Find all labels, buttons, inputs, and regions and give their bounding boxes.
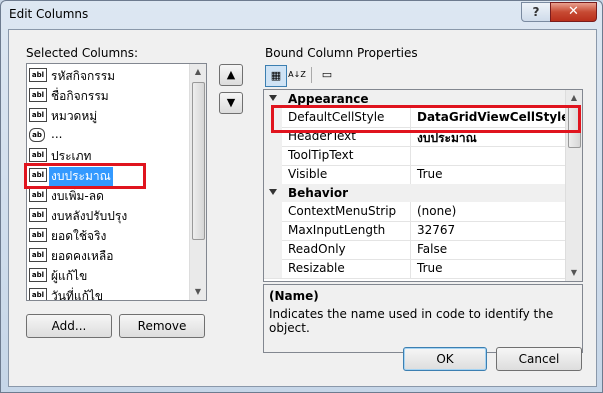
property-name: MaxInputLength (288, 223, 386, 237)
textbox-column-icon: abl (29, 248, 47, 262)
row-gutter (264, 202, 282, 221)
description-title: (Name) (269, 289, 319, 303)
list-item[interactable]: abl งบหลังปรับปรุง (27, 205, 187, 225)
property-grid-toolbar: ▦ A↓Z ▭ (263, 64, 353, 87)
move-up-button[interactable]: ▲ (219, 64, 243, 86)
title-bar[interactable]: Edit Columns ? ✕ (1, 1, 602, 29)
list-item-label: ยอดคงเหลือ (51, 249, 114, 263)
button-column-icon: ab (29, 128, 45, 142)
textbox-column-icon: abl (29, 148, 47, 162)
window-title: Edit Columns (9, 7, 89, 21)
move-down-button[interactable]: ▼ (219, 92, 243, 114)
description-text: Indicates the name used in code to ident… (269, 307, 554, 335)
property-name: ContextMenuStrip (288, 204, 397, 218)
list-item[interactable]: abl ชื่อกิจกรรม (27, 85, 187, 105)
help-button[interactable]: ? (521, 2, 551, 22)
textbox-column-icon: abl (29, 288, 47, 300)
list-item-label: ยอดใช้จริง (51, 229, 107, 243)
list-item-label: วันที่แก้ไข (51, 289, 104, 301)
alphabetical-sort-icon[interactable]: A↓Z (287, 65, 307, 85)
list-item[interactable]: abl วันที่แก้ไข (27, 285, 187, 301)
default-cell-style-highlight-box (271, 105, 581, 133)
property-row[interactable]: ToolTipText (264, 146, 565, 166)
property-value[interactable]: 32767 (410, 221, 566, 240)
list-item-label: ... (51, 127, 63, 141)
list-item[interactable]: abl หมวดหมู่ (27, 105, 187, 125)
property-row[interactable]: ReadOnly False (264, 240, 565, 260)
property-name: ReadOnly (288, 242, 346, 256)
property-row[interactable]: ContextMenuStrip (none) (264, 202, 565, 222)
dialog-client-area: Selected Columns: abl รหัสกิจกรรม abl ชื่อก… (8, 29, 597, 387)
list-item-label: งบเพิ่ม-ลด (51, 189, 104, 203)
list-item-label: งบหลังปรับปรุง (51, 209, 128, 223)
cancel-button[interactable]: Cancel (496, 347, 582, 371)
property-row[interactable]: Resizable True (264, 259, 565, 279)
textbox-column-icon: abl (29, 68, 47, 82)
row-gutter (264, 146, 282, 165)
grid-scroll-up-icon[interactable]: ▲ (566, 90, 582, 106)
list-item[interactable]: abl ยอดใช้จริง (27, 225, 187, 245)
edit-columns-dialog: Edit Columns ? ✕ Selected Columns: abl รห… (0, 0, 603, 393)
list-item[interactable]: abl ผู้แก้ไข (27, 265, 187, 285)
property-value[interactable]: True (410, 165, 566, 184)
property-pages-icon[interactable]: ▭ (317, 65, 337, 85)
bound-column-properties-label: Bound Column Properties (265, 46, 418, 60)
list-item-label: รหัสกิจกรรม (51, 69, 116, 83)
textbox-column-icon: abl (29, 108, 47, 122)
category-label: Appearance (288, 92, 369, 106)
textbox-column-icon: abl (29, 228, 47, 242)
property-value[interactable]: True (410, 259, 566, 278)
property-value-text: True (417, 261, 443, 275)
row-gutter (264, 221, 282, 240)
property-row[interactable]: Visible True (264, 165, 565, 185)
property-name: Visible (288, 167, 328, 181)
property-value-text: (none) (417, 204, 457, 218)
add-button[interactable]: Add... (26, 314, 112, 338)
property-value[interactable] (410, 146, 566, 165)
list-item[interactable]: ab... (27, 125, 187, 145)
textbox-column-icon: abl (29, 208, 47, 222)
textbox-column-icon: abl (29, 188, 47, 202)
toolbar-separator (311, 67, 312, 83)
property-value[interactable]: (none) (410, 202, 566, 221)
property-row[interactable]: MaxInputLength 32767 (264, 221, 565, 241)
list-item-label: หมวดหมู่ (51, 109, 98, 123)
list-item[interactable]: abl รหัสกิจกรรม (27, 65, 187, 85)
row-gutter (264, 259, 282, 278)
row-gutter (264, 240, 282, 259)
scroll-down-arrow-icon[interactable]: ▼ (190, 284, 206, 300)
property-value-text: 32767 (417, 223, 456, 237)
list-scrollbar[interactable]: ▲ ▼ (189, 64, 206, 300)
selected-columns-label: Selected Columns: (26, 46, 139, 60)
row-gutter (264, 165, 282, 184)
property-name: ToolTipText (288, 148, 354, 162)
scroll-thumb[interactable] (192, 82, 205, 240)
property-name: Resizable (288, 261, 345, 275)
list-item-label: ผู้แก้ไข (51, 269, 88, 283)
textbox-column-icon: abl (29, 88, 47, 102)
categorized-view-icon[interactable]: ▦ (265, 65, 287, 87)
grid-scroll-down-icon[interactable]: ▼ (566, 265, 582, 281)
list-item-label: ชื่อกิจกรรม (51, 89, 109, 103)
collapse-triangle-icon[interactable] (269, 189, 277, 195)
category-label: Behavior (288, 186, 349, 200)
property-description-panel: (Name) Indicates the name used in code t… (263, 284, 583, 353)
collapse-triangle-icon[interactable] (269, 95, 277, 101)
selected-item-highlight-box (24, 163, 146, 189)
remove-button[interactable]: Remove (119, 314, 205, 338)
textbox-column-icon: abl (29, 268, 47, 282)
list-item[interactable]: abl ประเภท (27, 145, 187, 165)
close-button[interactable]: ✕ (550, 2, 597, 22)
property-value-text: True (417, 167, 443, 181)
scroll-up-arrow-icon[interactable]: ▲ (190, 64, 206, 80)
property-category[interactable]: Behavior (264, 184, 565, 202)
property-value[interactable]: False (410, 240, 566, 259)
ok-button[interactable]: OK (403, 347, 487, 371)
property-value-text: False (417, 242, 448, 256)
list-item[interactable]: abl ยอดคงเหลือ (27, 245, 187, 265)
